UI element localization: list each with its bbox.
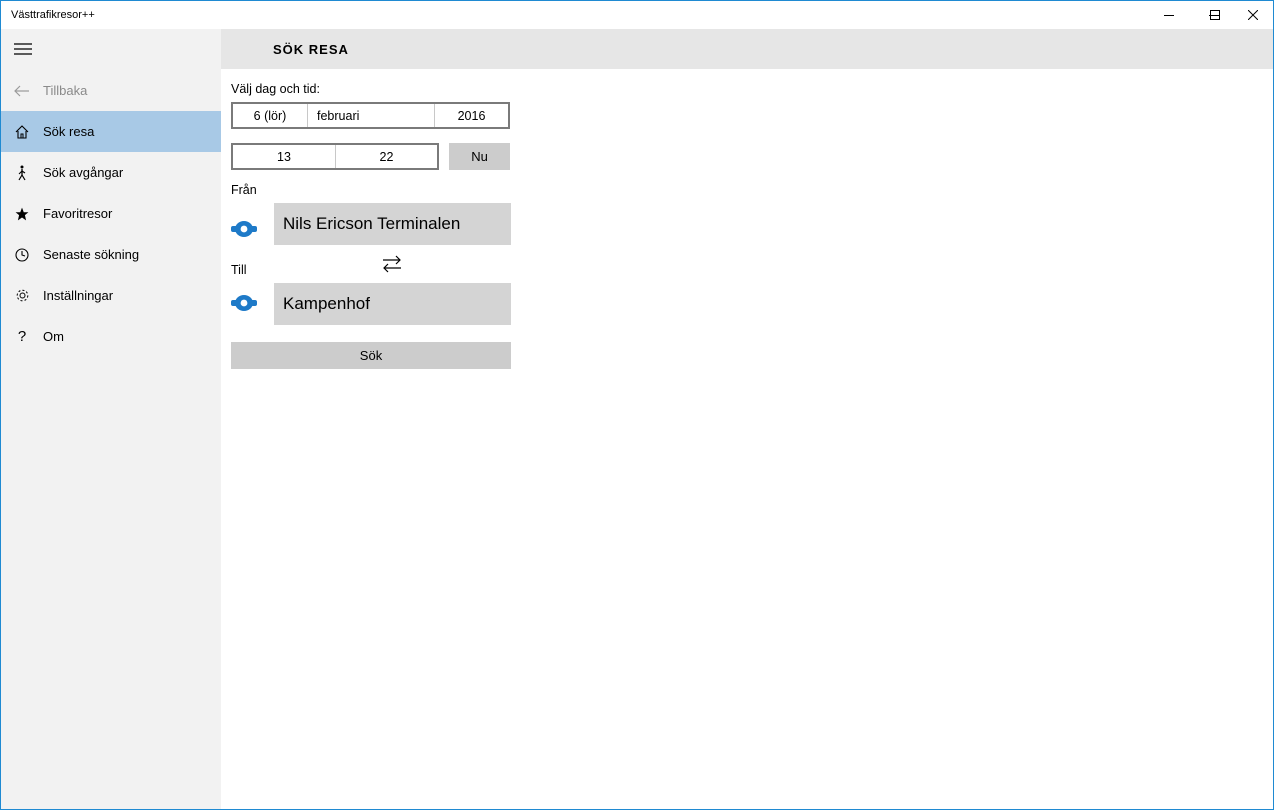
hamburger-button[interactable] bbox=[1, 29, 45, 69]
date-picker[interactable]: 6 (lör) februari 2016 bbox=[231, 102, 510, 129]
sidebar-item-om[interactable]: ? Om bbox=[1, 316, 221, 357]
search-form: Välj dag och tid: 6 (lör) februari 2016 … bbox=[221, 69, 1273, 809]
to-label: Till bbox=[231, 263, 247, 277]
stop-icon bbox=[231, 295, 257, 311]
minute-segment[interactable]: 22 bbox=[336, 145, 437, 168]
sidebar-item-label: Om bbox=[43, 329, 64, 344]
sidebar-item-sok-resa[interactable]: Sök resa bbox=[1, 111, 221, 152]
sidebar-item-label: Senaste sökning bbox=[43, 247, 140, 262]
hamburger-icon bbox=[14, 43, 32, 55]
back-button[interactable]: Tillbaka bbox=[1, 70, 221, 111]
minimize-glyph-icon bbox=[1164, 15, 1174, 16]
sidebar-item-sok-avgangar[interactable]: Sök avgångar bbox=[1, 152, 221, 193]
sidebar: Tillbaka Sök resa Sök avgångar Favoritre… bbox=[1, 29, 221, 809]
page-title: SÖK RESA bbox=[273, 42, 349, 57]
swap-icon[interactable] bbox=[381, 255, 403, 273]
sidebar-item-label: Inställningar bbox=[43, 288, 114, 303]
to-stop-field[interactable]: Kampenhof bbox=[274, 283, 511, 325]
minimize-btn[interactable] bbox=[1146, 1, 1192, 29]
back-arrow-icon bbox=[1, 70, 43, 111]
stop-icon bbox=[231, 221, 257, 237]
close-icon bbox=[1248, 10, 1258, 20]
page-header: SÖK RESA bbox=[221, 29, 1273, 69]
star-icon bbox=[1, 193, 43, 234]
walker-icon bbox=[1, 152, 43, 193]
search-button[interactable]: Sök bbox=[231, 342, 511, 369]
month-segment[interactable]: februari bbox=[308, 104, 435, 127]
close-button[interactable] bbox=[1230, 1, 1274, 29]
gear-icon bbox=[1, 275, 43, 316]
sidebar-item-label: Sök avgångar bbox=[43, 165, 124, 180]
title-bar: Västtrafikresor++ bbox=[1, 1, 1273, 29]
now-button[interactable]: Nu bbox=[449, 143, 510, 170]
app-title: Västtrafikresor++ bbox=[11, 9, 95, 21]
home-icon bbox=[1, 111, 43, 152]
app-window: Västtrafikresor++ Tillbaka Sök resa Sök … bbox=[0, 0, 1274, 810]
question-icon: ? bbox=[17, 328, 27, 345]
hour-segment[interactable]: 13 bbox=[233, 145, 336, 168]
year-segment[interactable]: 2016 bbox=[435, 104, 508, 127]
sidebar-item-installningar[interactable]: Inställningar bbox=[1, 275, 221, 316]
clock-icon bbox=[1, 234, 43, 275]
sidebar-item-label: Favoritresor bbox=[43, 206, 113, 221]
sidebar-item-favoritresor[interactable]: Favoritresor bbox=[1, 193, 221, 234]
date-time-label: Välj dag och tid: bbox=[231, 82, 320, 96]
sidebar-item-label: Sök resa bbox=[43, 124, 95, 139]
day-segment[interactable]: 6 (lör) bbox=[233, 104, 308, 127]
from-label: Från bbox=[231, 183, 257, 197]
time-picker[interactable]: 13 22 bbox=[231, 143, 439, 170]
back-label: Tillbaka bbox=[43, 83, 88, 98]
from-stop-field[interactable]: Nils Ericson Terminalen bbox=[274, 203, 511, 245]
maximize-icon bbox=[1210, 10, 1220, 20]
sidebar-item-senaste-sokning[interactable]: Senaste sökning bbox=[1, 234, 221, 275]
